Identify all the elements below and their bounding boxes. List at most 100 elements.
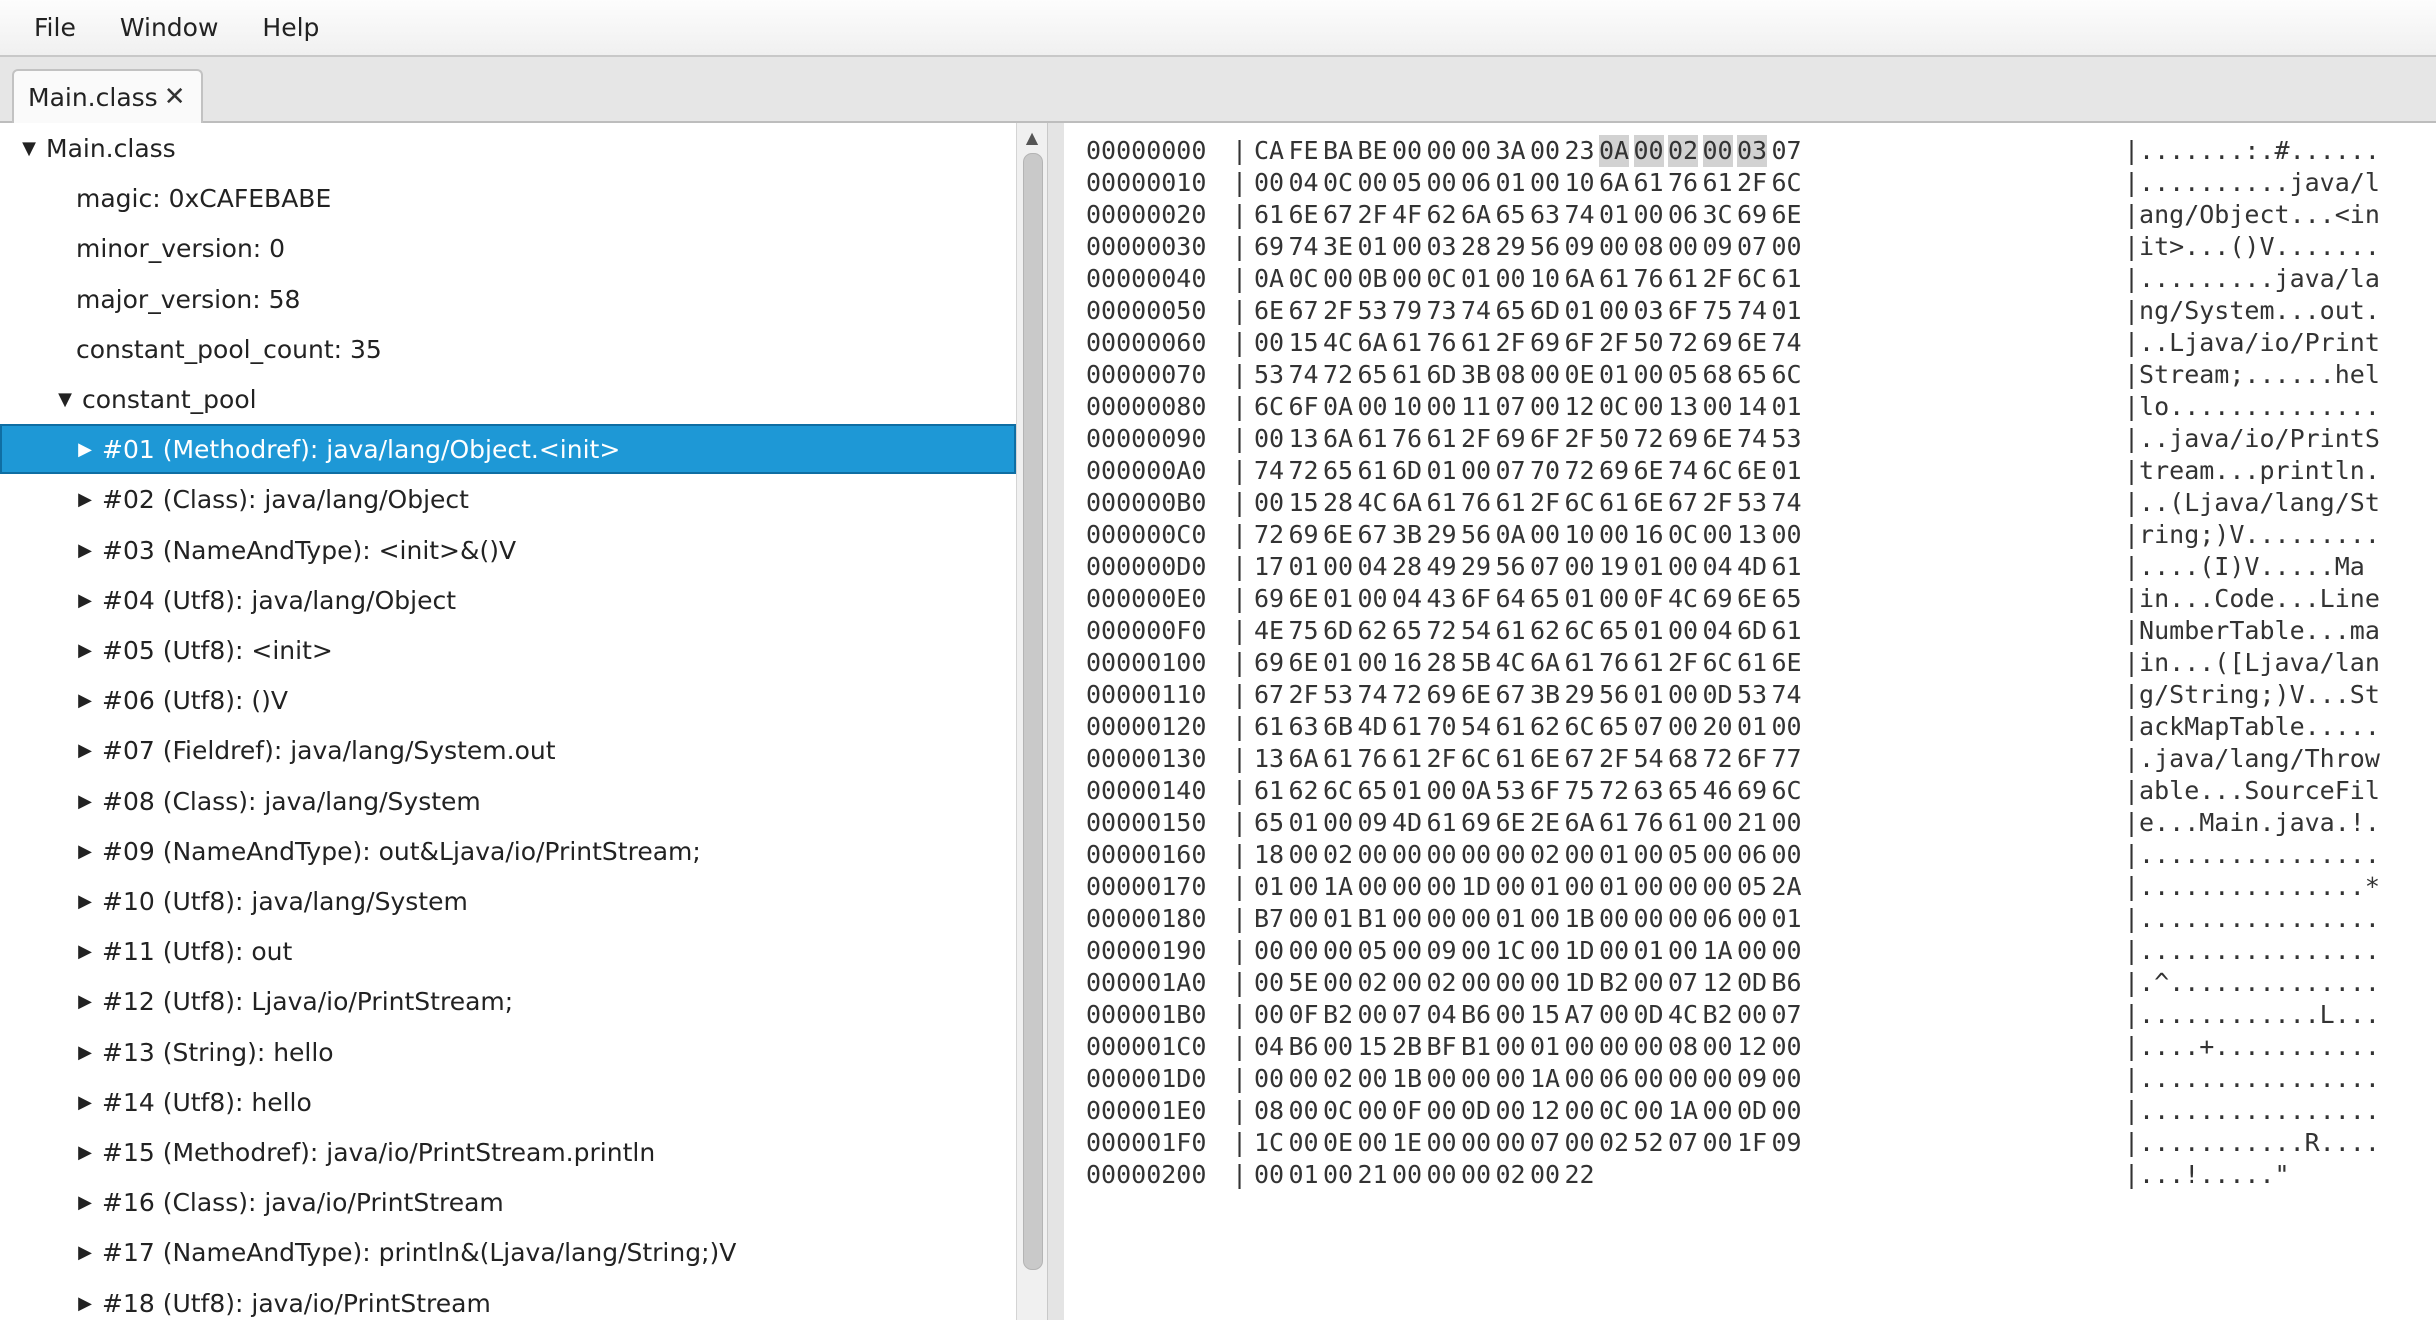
hex-byte[interactable]: 6F xyxy=(1530,423,1560,455)
hex-bytes[interactable]: 67 2F 53 74 72 69 6E 67 3B 29 56 01 00 0D 53 74 xyxy=(1254,680,1806,709)
hex-byte[interactable]: 61 xyxy=(1772,551,1802,583)
hex-byte[interactable]: 72 xyxy=(1392,679,1422,711)
hex-byte[interactable]: 07 xyxy=(1772,999,1802,1031)
hex-byte[interactable]: 05 xyxy=(1668,839,1698,871)
hex-byte[interactable]: 00 xyxy=(1703,839,1733,871)
hex-byte[interactable]: 1D xyxy=(1565,967,1595,999)
hex-byte[interactable]: 69 xyxy=(1254,647,1284,679)
constant-pool-entry[interactable]: ▶ #18 (Utf8): java/io/PrintStream xyxy=(0,1278,1016,1320)
hex-bytes[interactable]: 6E 67 2F 53 79 73 74 65 6D 01 00 03 6F 75 74 01 xyxy=(1254,296,1806,325)
hex-byte[interactable]: 06 xyxy=(1599,1063,1629,1095)
hex-byte[interactable]: 61 xyxy=(1392,327,1422,359)
hex-byte[interactable]: 53 xyxy=(1323,679,1353,711)
hex-byte[interactable]: 01 xyxy=(1289,1159,1319,1191)
hex-byte[interactable]: 05 xyxy=(1737,871,1767,903)
hex-byte[interactable]: 61 xyxy=(1427,807,1457,839)
hex-byte[interactable]: 1A xyxy=(1323,871,1353,903)
hex-byte[interactable]: 2F xyxy=(1358,199,1388,231)
hex-byte[interactable]: 00 xyxy=(1634,359,1664,391)
hex-byte[interactable]: 3B xyxy=(1392,519,1422,551)
hex-byte[interactable]: 2F xyxy=(1530,487,1560,519)
hex-bytes[interactable]: 72 69 6E 67 3B 29 56 0A 00 10 00 16 0C 00 13 00 xyxy=(1254,520,1806,549)
hex-bytes[interactable]: 69 74 3E 01 00 03 28 29 56 09 00 08 00 09 07 00 xyxy=(1254,232,1806,261)
hex-byte[interactable]: 65 xyxy=(1358,775,1388,807)
hex-byte[interactable]: 6C xyxy=(1254,391,1284,423)
hex-byte[interactable]: 2E xyxy=(1530,807,1560,839)
hex-byte[interactable]: 00 xyxy=(1772,839,1802,871)
hex-byte[interactable]: 06 xyxy=(1668,199,1698,231)
hex-byte[interactable]: 53 xyxy=(1737,679,1767,711)
hex-byte[interactable]: 07 xyxy=(1530,551,1560,583)
collapsed-arrow-icon[interactable]: ▶ xyxy=(72,690,98,711)
hex-byte[interactable]: 69 xyxy=(1427,679,1457,711)
hex-byte[interactable]: 69 xyxy=(1737,199,1767,231)
hex-byte[interactable]: 04 xyxy=(1427,999,1457,1031)
hex-bytes[interactable]: 01 00 1A 00 00 00 1D 00 01 00 01 00 00 00 05 2A xyxy=(1254,872,1806,901)
hex-byte[interactable]: 62 xyxy=(1358,615,1388,647)
hex-byte[interactable]: 0F xyxy=(1289,999,1319,1031)
hex-byte[interactable]: 00 xyxy=(1254,935,1284,967)
hex-byte[interactable]: 72 xyxy=(1668,327,1698,359)
hex-byte[interactable]: 00 xyxy=(1703,807,1733,839)
hex-byte[interactable]: 15 xyxy=(1530,999,1560,1031)
hex-byte[interactable]: 05 xyxy=(1392,167,1422,199)
hex-byte[interactable]: 6F xyxy=(1737,743,1767,775)
hex-byte[interactable]: 43 xyxy=(1427,583,1457,615)
hex-byte[interactable]: 0C xyxy=(1668,519,1698,551)
hex-byte[interactable]: 63 xyxy=(1530,199,1560,231)
collapsed-arrow-icon[interactable]: ▶ xyxy=(72,991,98,1012)
hex-bytes[interactable]: 6C 6F 0A 00 10 00 11 07 00 12 0C 00 13 00 14 01 xyxy=(1254,392,1806,421)
hex-byte[interactable]: 6C xyxy=(1565,615,1595,647)
hex-byte[interactable]: 1A xyxy=(1530,1063,1560,1095)
hex-byte[interactable]: 61 xyxy=(1496,487,1526,519)
hex-byte[interactable]: 67 xyxy=(1289,295,1319,327)
hex-byte[interactable]: 00 xyxy=(1772,935,1802,967)
hex-byte[interactable]: 2F xyxy=(1599,327,1629,359)
hex-byte[interactable]: 00 xyxy=(1599,583,1629,615)
hex-byte[interactable]: BE xyxy=(1358,135,1388,167)
hex-byte[interactable]: 1C xyxy=(1254,1127,1284,1159)
hex-byte[interactable]: 6E xyxy=(1289,647,1319,679)
hex-byte[interactable]: 00 xyxy=(1530,1159,1560,1191)
hex-byte[interactable]: 67 xyxy=(1358,519,1388,551)
hex-byte[interactable]: 54 xyxy=(1461,615,1491,647)
hex-byte[interactable]: 2F xyxy=(1737,167,1767,199)
hex-byte[interactable]: 6A xyxy=(1599,167,1629,199)
collapsed-arrow-icon[interactable]: ▶ xyxy=(72,439,98,460)
hex-byte[interactable]: 00 xyxy=(1668,231,1698,263)
hex-bytes[interactable]: 69 6E 01 00 16 28 5B 4C 6A 61 76 61 2F 6C 61 6E xyxy=(1254,648,1806,677)
hex-byte[interactable]: 00 xyxy=(1703,1127,1733,1159)
hex-byte[interactable]: 76 xyxy=(1427,327,1457,359)
hex-byte[interactable]: 6A xyxy=(1358,327,1388,359)
constant-pool-entry[interactable]: ▶ #14 (Utf8): hello xyxy=(0,1077,1016,1127)
menu-help[interactable]: Help xyxy=(240,0,341,55)
hex-byte[interactable]: 00 xyxy=(1668,679,1698,711)
hex-byte[interactable]: 6A xyxy=(1565,807,1595,839)
hex-byte[interactable]: 6F xyxy=(1565,327,1595,359)
collapsed-arrow-icon[interactable]: ▶ xyxy=(72,1042,98,1063)
hex-byte[interactable]: 61 xyxy=(1772,615,1802,647)
hex-byte[interactable]: FE xyxy=(1289,135,1319,167)
hex-byte[interactable]: 00 xyxy=(1599,295,1629,327)
hex-byte[interactable]: B1 xyxy=(1461,1031,1491,1063)
hex-byte[interactable]: 61 xyxy=(1703,167,1733,199)
hex-byte[interactable]: 00 xyxy=(1737,903,1767,935)
hex-byte[interactable]: 09 xyxy=(1358,807,1388,839)
hex-byte[interactable]: 0E xyxy=(1323,1127,1353,1159)
hex-byte[interactable]: 06 xyxy=(1703,903,1733,935)
hex-byte[interactable]: 4C xyxy=(1668,583,1698,615)
hex-byte[interactable]: 00 xyxy=(1565,839,1595,871)
hex-bytes[interactable]: 69 6E 01 00 04 43 6F 64 65 01 00 0F 4C 69 6E 65 xyxy=(1254,584,1806,613)
hex-byte[interactable]: B2 xyxy=(1599,967,1629,999)
hex-byte[interactable]: 00 xyxy=(1392,903,1422,935)
hex-byte[interactable]: 6E xyxy=(1772,647,1802,679)
hex-byte[interactable]: 01 xyxy=(1427,455,1457,487)
hex-byte[interactable]: 00 xyxy=(1634,199,1664,231)
hex-byte[interactable]: 00 xyxy=(1323,263,1353,295)
hex-byte[interactable]: 65 xyxy=(1530,583,1560,615)
hex-byte[interactable]: 3B xyxy=(1461,359,1491,391)
hex-byte[interactable]: 6E xyxy=(1737,583,1767,615)
hex-byte[interactable]: 28 xyxy=(1323,487,1353,519)
hex-byte[interactable]: A7 xyxy=(1565,999,1595,1031)
hex-byte[interactable]: 13 xyxy=(1254,743,1284,775)
